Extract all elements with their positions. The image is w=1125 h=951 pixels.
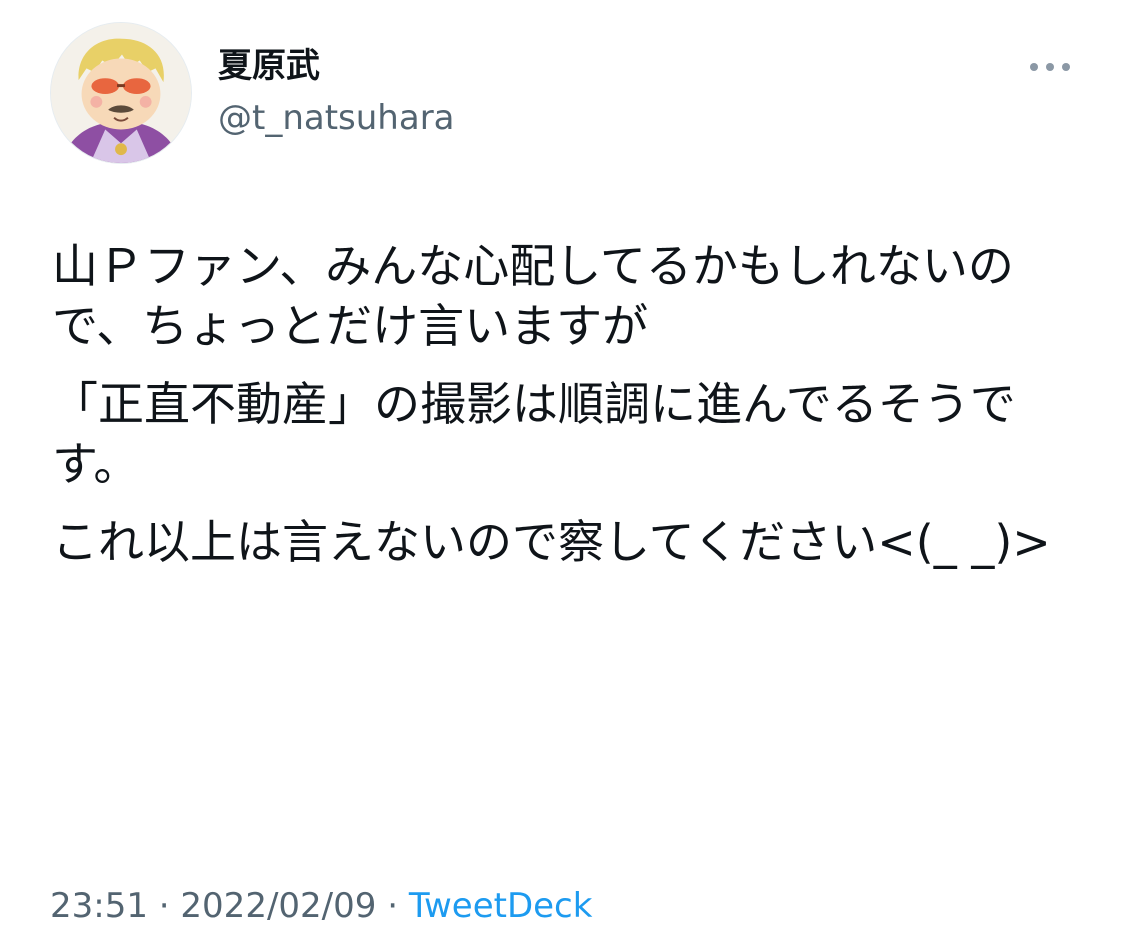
tweet-time[interactable]: 23:51 xyxy=(50,886,148,926)
tweet-source-link[interactable]: TweetDeck xyxy=(409,886,593,926)
tweet-meta: 23:51 · 2022/02/09 · TweetDeck xyxy=(50,884,592,928)
more-options-icon[interactable] xyxy=(1026,52,1074,82)
tweet-paragraph: 「正直不動産」の撮影は順調に進んでるそうです。 xyxy=(52,377,1016,491)
display-name[interactable]: 夏原武 xyxy=(218,44,320,88)
meta-separator: · xyxy=(147,886,181,926)
tweet-paragraph: 山Ｐファン、みんな心配してるかもしれないので、ちょっとだけ言いますが xyxy=(52,239,1014,353)
tweet-date[interactable]: 2022/02/09 xyxy=(180,886,376,926)
user-handle[interactable]: @t_natsuhara xyxy=(218,96,455,140)
tweet-paragraph: これ以上は言えないので察してください<(_ _)> xyxy=(52,515,1051,569)
tweet-text: 山Ｐファン、みんな心配してるかもしれないので、ちょっとだけ言いますが 「正直不動… xyxy=(52,236,1062,590)
meta-separator: · xyxy=(376,886,409,926)
avatar[interactable] xyxy=(50,22,192,164)
cartoon-avatar-icon xyxy=(51,23,191,163)
